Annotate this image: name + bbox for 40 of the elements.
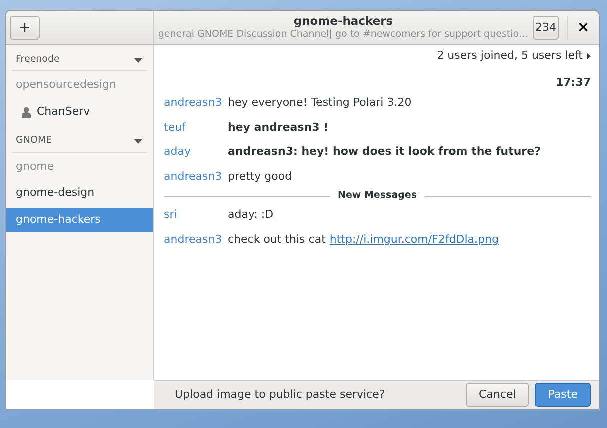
join-status[interactable]: 2 users joined, 5 users left: [437, 48, 583, 64]
room-item[interactable]: ChanServ: [6, 100, 153, 124]
paste-button[interactable]: Paste: [535, 382, 591, 408]
message-text: hey everyone! Testing Polari 3.20: [228, 95, 412, 111]
close-button[interactable]: ×: [567, 16, 599, 40]
room-item[interactable]: gnome: [6, 154, 153, 179]
user-count-button[interactable]: 234: [533, 16, 559, 40]
room-item[interactable]: gnome-design: [6, 181, 153, 206]
expand-icon[interactable]: [587, 52, 591, 60]
section-header[interactable]: GNOME: [12, 132, 147, 152]
channel-topic: general GNOME Discussion Channel| go to #newcomers for support questio…: [157, 28, 530, 41]
message-text: check out this cat: [228, 232, 326, 248]
room-name: opensourcedesign: [16, 77, 116, 94]
room-name: gnome-design: [16, 185, 95, 201]
message-text: hey andreasn3 !: [228, 120, 329, 136]
section-label: GNOME: [16, 134, 52, 148]
add-button[interactable]: +: [10, 16, 40, 40]
nickname[interactable]: andreasn3: [164, 95, 228, 112]
paste-prompt: Upload image to public paste service?: [175, 386, 386, 403]
section-label: Freenode: [16, 53, 60, 67]
channel-title: gnome-hackers: [292, 14, 394, 29]
nickname[interactable]: andreasn3: [164, 168, 228, 185]
message-text: pretty good: [228, 168, 292, 184]
room-item[interactable]: opensourcedesign: [6, 73, 153, 98]
section-header[interactable]: Freenode: [12, 51, 147, 72]
nickname[interactable]: sri: [164, 207, 228, 224]
room-name: gnome: [16, 158, 54, 174]
room-name: gnome-hackers: [16, 212, 101, 228]
room-name: ChanServ: [37, 104, 90, 120]
timestamp: 17:37: [554, 74, 591, 90]
nickname[interactable]: aday: [164, 144, 228, 160]
room-item[interactable]: gnome-hackers: [6, 208, 153, 232]
nickname[interactable]: andreasn3: [164, 232, 228, 248]
nickname[interactable]: teuf: [164, 120, 228, 136]
message-link[interactable]: http://i.imgur.com/F2fdDla.png: [330, 232, 499, 248]
message-text: aday: :D: [228, 207, 274, 224]
person-icon: [22, 106, 31, 118]
new-messages-label: New Messages: [338, 189, 417, 203]
cancel-button[interactable]: Cancel: [466, 382, 530, 408]
message-text: andreasn3: hey! how does it look from the future?: [228, 144, 541, 160]
